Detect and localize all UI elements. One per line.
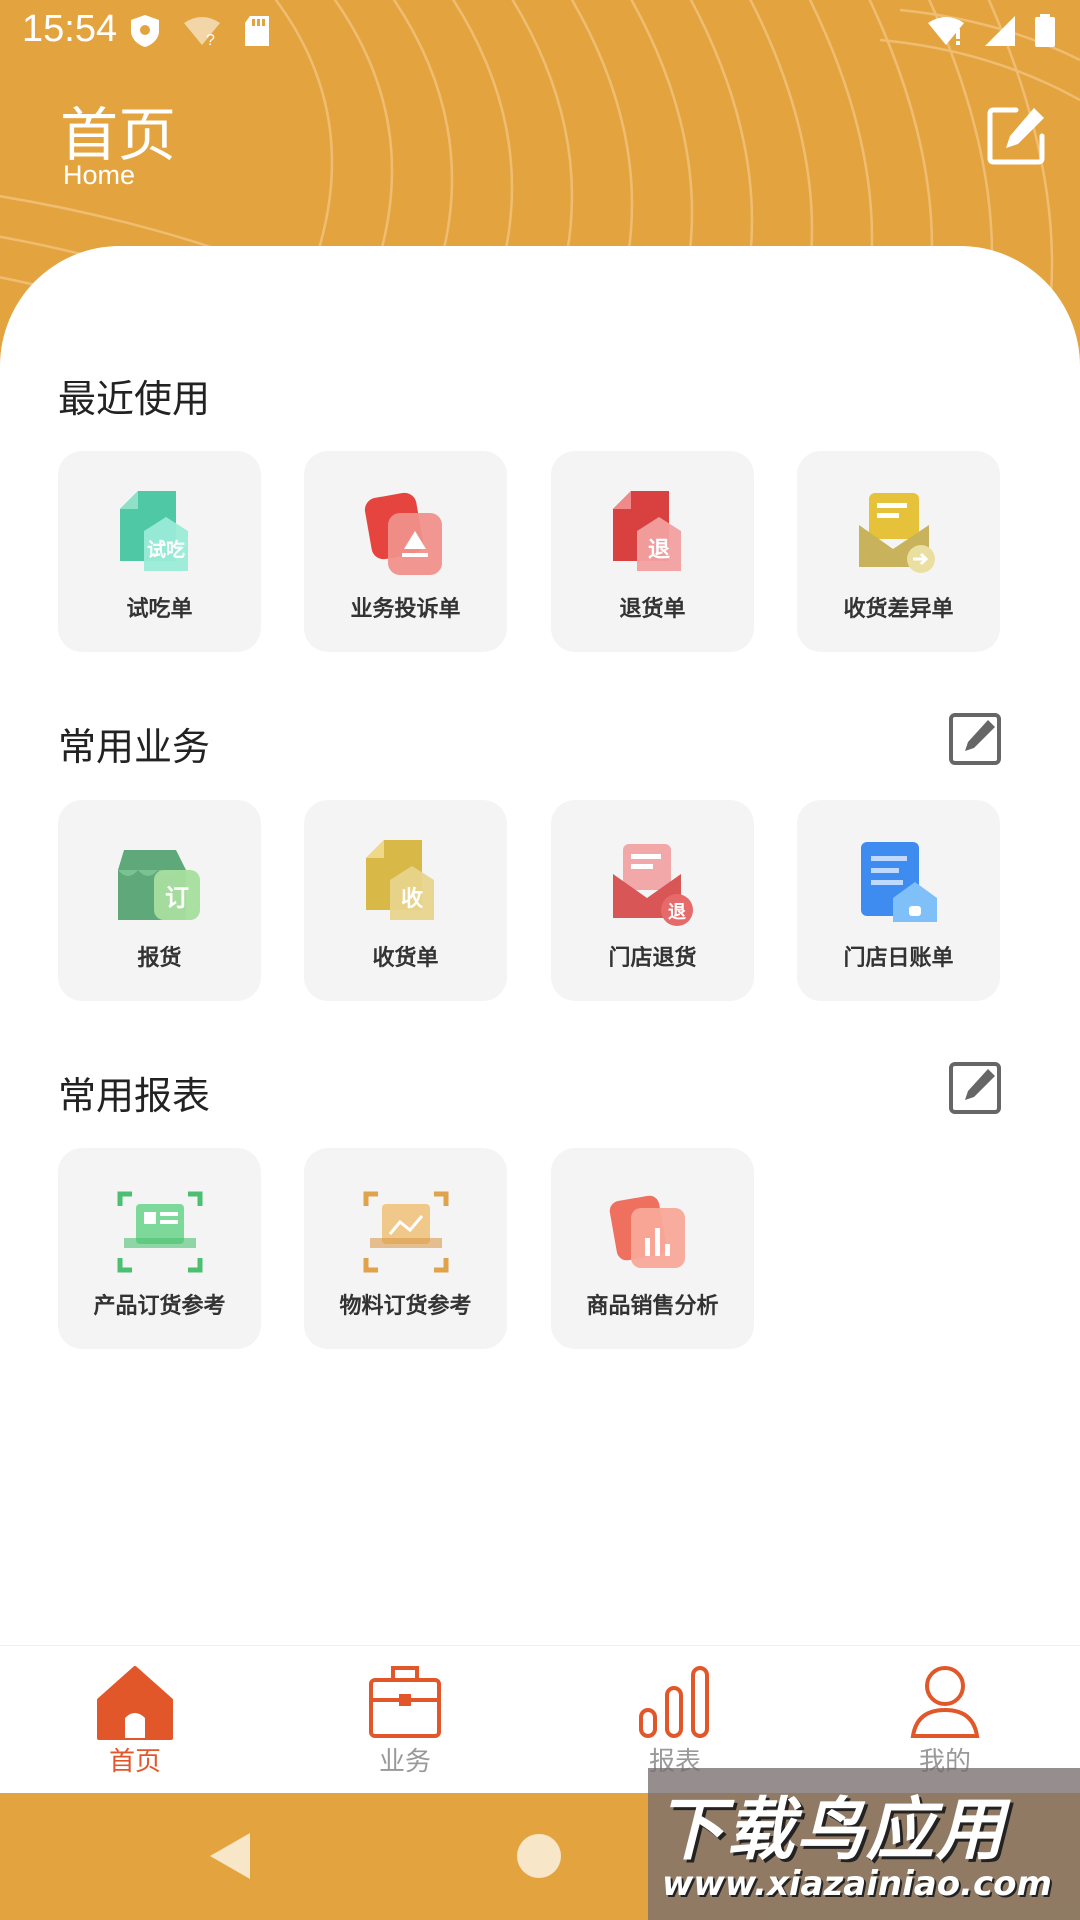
- home-button-icon[interactable]: [516, 1833, 562, 1879]
- svg-text:订: 订: [165, 884, 189, 912]
- receipt-difference-icon: [859, 493, 935, 573]
- card-label: 门店退货: [608, 946, 697, 971]
- status-bar: 15:54 ?: [0, 0, 1080, 64]
- edit-reports-icon[interactable]: [948, 1061, 1002, 1115]
- briefcase-icon: [369, 1666, 441, 1738]
- shield-icon: [131, 15, 159, 47]
- bar-chart-icon: [639, 1666, 709, 1738]
- card-store-return[interactable]: 退 门店退货: [551, 800, 754, 1001]
- card-label: 门店日账单: [843, 946, 954, 971]
- card-label: 退货单: [619, 597, 686, 622]
- card-label: 收货差异单: [843, 597, 954, 622]
- cellular-signal-icon: [985, 16, 1015, 46]
- card-receipt-order[interactable]: 收 收货单: [304, 800, 507, 1001]
- watermark-url: www.xiazainiao.com: [662, 1864, 1052, 1904]
- card-receipt-difference[interactable]: 收货差异单: [797, 451, 1000, 652]
- card-label: 收货单: [372, 946, 439, 971]
- card-complaint-order[interactable]: 业务投诉单: [304, 451, 507, 652]
- card-label: 业务投诉单: [350, 597, 461, 622]
- card-label: 物料订货参考: [339, 1294, 472, 1319]
- card-store-daily-bill[interactable]: 门店日账单: [797, 800, 1000, 1001]
- svg-text:退: 退: [668, 902, 686, 923]
- receipt-order-icon: 收: [366, 840, 434, 920]
- return-order-icon: 退: [613, 491, 681, 571]
- card-return-order[interactable]: 退 退货单: [551, 451, 754, 652]
- back-icon[interactable]: [206, 1831, 252, 1881]
- nav-business-label: 业务: [378, 1747, 431, 1777]
- wifi-unknown-icon: ?: [184, 17, 220, 47]
- card-label: 试吃单: [126, 597, 193, 622]
- wifi-icon: [928, 17, 964, 45]
- store-return-icon: 退: [613, 844, 693, 926]
- card-label: 商品销售分析: [586, 1294, 719, 1319]
- watermark: 下载鸟应用 www.xiazainiao.com: [648, 1768, 1080, 1920]
- section-title-recent: 最近使用: [58, 377, 211, 421]
- nav-business[interactable]: 业务: [270, 1646, 540, 1794]
- status-time: 15:54: [22, 8, 118, 50]
- card-product-order-ref[interactable]: 产品订货参考: [58, 1148, 261, 1349]
- page-subtitle: Home: [63, 160, 136, 190]
- card-order-goods[interactable]: 订 报货: [58, 800, 261, 1001]
- card-label: 报货: [137, 946, 182, 971]
- nav-home[interactable]: 首页: [0, 1646, 270, 1794]
- card-tasting-order[interactable]: 试吃 试吃单: [58, 451, 261, 652]
- svg-text:?: ?: [206, 32, 215, 47]
- order-goods-icon: 订: [118, 850, 200, 920]
- edit-business-icon[interactable]: [948, 712, 1002, 766]
- section-title-business: 常用业务: [58, 725, 211, 769]
- product-order-ref-icon: [117, 1191, 203, 1273]
- edit-icon[interactable]: [986, 104, 1048, 166]
- svg-text:试吃: 试吃: [147, 538, 185, 561]
- svg-text:收: 收: [401, 886, 423, 912]
- sales-analysis-icon: [609, 1195, 685, 1268]
- card-material-order-ref[interactable]: 物料订货参考: [304, 1148, 507, 1349]
- sd-card-icon: [245, 16, 269, 46]
- user-icon: [910, 1666, 980, 1738]
- material-order-ref-icon: [363, 1191, 449, 1273]
- section-title-reports: 常用报表: [58, 1074, 211, 1118]
- nav-home-label: 首页: [108, 1747, 161, 1777]
- watermark-title: 下载鸟应用: [656, 1791, 1007, 1870]
- card-label: 产品订货参考: [93, 1294, 226, 1319]
- complaint-order-icon: [364, 492, 442, 575]
- card-sales-analysis[interactable]: 商品销售分析: [551, 1148, 754, 1349]
- store-daily-bill-icon: [861, 842, 937, 922]
- home-icon: [97, 1666, 173, 1740]
- tasting-order-icon: 试吃: [120, 491, 188, 571]
- svg-text:退: 退: [648, 538, 670, 563]
- battery-icon: [1035, 14, 1055, 47]
